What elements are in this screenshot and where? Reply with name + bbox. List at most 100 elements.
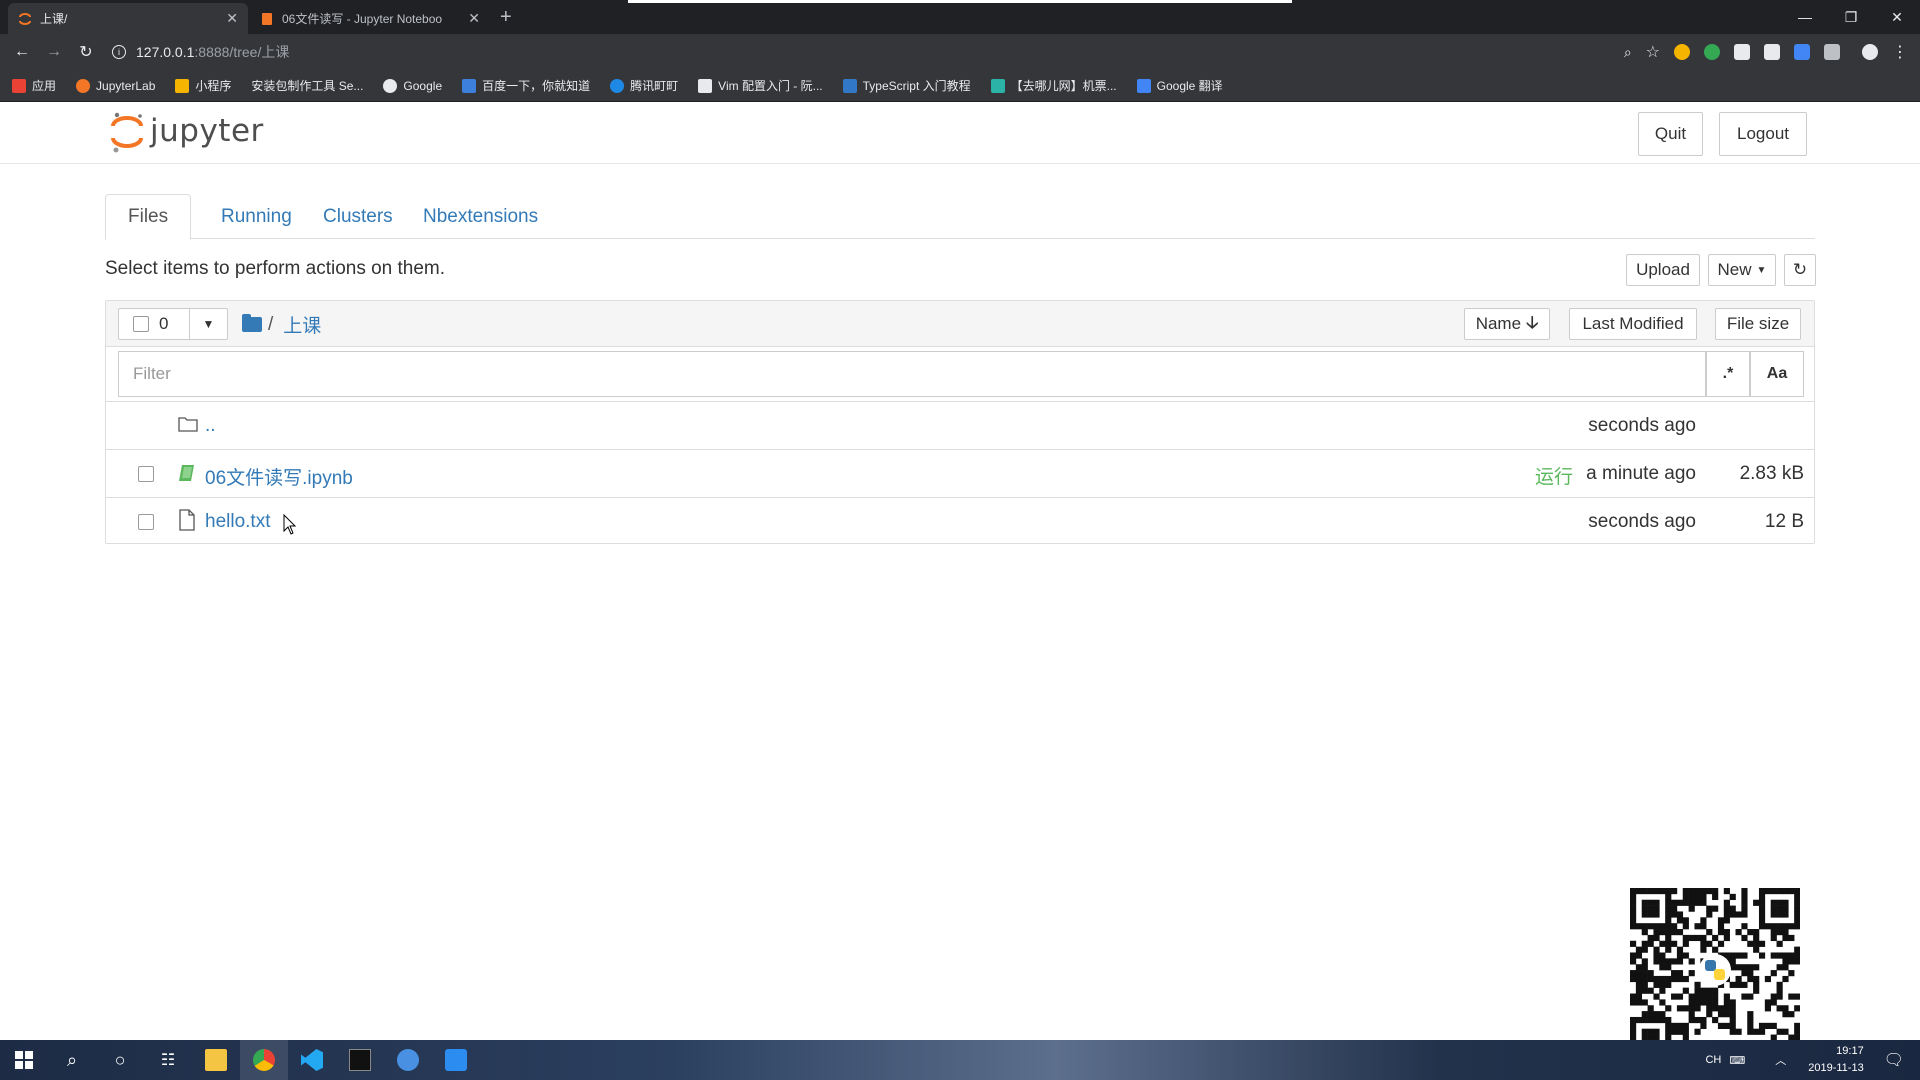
item-name[interactable]: 06文件读写.ipynb <box>205 463 353 490</box>
window-controls: — ❐ ✕ <box>1782 0 1920 34</box>
item-name[interactable]: .. <box>205 415 216 437</box>
windows-start-icon[interactable] <box>0 1040 48 1080</box>
star-icon[interactable]: ☆ <box>1646 42 1660 62</box>
case-sensitive-toggle-button[interactable]: Aa <box>1750 351 1804 397</box>
sort-by-size-button[interactable]: File size <box>1715 308 1801 340</box>
bookmark[interactable]: 小程序 <box>175 77 231 94</box>
tab-nbextensions[interactable]: Nbextensions <box>401 194 560 239</box>
regex-toggle-button[interactable]: .* <box>1706 351 1750 397</box>
bookmark[interactable]: 腾讯町町 <box>610 77 678 94</box>
bookmark[interactable]: 安装包制作工具 Se... <box>251 77 363 94</box>
extension-icon[interactable] <box>1794 44 1810 60</box>
vscode-icon[interactable] <box>288 1040 336 1080</box>
jupyter-logo[interactable]: jupyter <box>110 110 264 153</box>
bookmark[interactable]: 百度一下，你就知道 <box>462 77 590 94</box>
close-icon[interactable]: ✕ <box>226 10 238 27</box>
restore-icon[interactable]: ❐ <box>1828 0 1874 34</box>
breadcrumb-current-dir[interactable]: 上课 <box>283 311 321 338</box>
list-item-file[interactable]: hello.txt seconds ago 12 B <box>106 497 1814 545</box>
bookmark[interactable]: JupyterLab <box>76 78 155 93</box>
item-checkbox[interactable] <box>138 514 154 530</box>
bookmark[interactable]: Google 翻译 <box>1136 77 1223 94</box>
terminal-icon[interactable] <box>336 1040 384 1080</box>
item-modified: seconds ago <box>1588 511 1696 532</box>
keyboard-icon[interactable]: ⌨ <box>1729 1054 1745 1067</box>
extension-icon[interactable] <box>1734 44 1750 60</box>
jupyter-logo-icon <box>110 110 144 153</box>
selection-notice: Select items to perform actions on them. <box>105 258 446 279</box>
folder-icon[interactable] <box>242 314 262 332</box>
profile-icon[interactable] <box>1862 44 1878 60</box>
item-name[interactable]: hello.txt <box>205 511 270 533</box>
url-host: 127.0.0.1 <box>136 44 195 60</box>
feather-app-icon[interactable] <box>384 1040 432 1080</box>
extension-icon[interactable] <box>1764 44 1780 60</box>
bookmark[interactable]: TypeScript 入门教程 <box>842 77 971 94</box>
minimize-icon[interactable]: — <box>1782 0 1828 34</box>
reload-icon[interactable]: ↻ <box>70 42 102 62</box>
tab-title: 06文件读写 - Jupyter Noteboo <box>282 12 443 26</box>
ruanyf-icon <box>698 78 713 93</box>
select-all-group: 0 ▼ <box>118 308 228 340</box>
address-bar[interactable]: i 127.0.0.1:8888/tree/上课 <box>112 37 1612 67</box>
running-status: 运行 <box>1534 467 1573 488</box>
jupyter-favicon-icon <box>18 12 32 26</box>
close-icon[interactable]: ✕ <box>468 10 480 27</box>
close-window-icon[interactable]: ✕ <box>1874 0 1920 34</box>
app-icon[interactable] <box>432 1040 480 1080</box>
sort-by-name-button[interactable]: Name 🡣 <box>1464 308 1550 340</box>
tab-title: 上课/ <box>40 12 68 26</box>
bookmark[interactable]: 【去哪儿网】机票... <box>990 77 1117 94</box>
zoom-icon[interactable]: ⌕ <box>1624 44 1632 61</box>
search-icon[interactable]: ⌕ <box>48 1040 96 1080</box>
forward-icon[interactable]: → <box>38 43 70 61</box>
new-dropdown-button[interactable]: New ▼ <box>1708 254 1776 286</box>
refresh-button[interactable]: ↻ <box>1784 254 1816 286</box>
file-icon <box>178 509 196 536</box>
jupyterlab-icon <box>76 78 91 93</box>
quit-button[interactable]: Quit <box>1638 112 1703 156</box>
bookmark[interactable]: Google <box>383 78 442 93</box>
notification-icon[interactable]: 🗨 <box>1884 1050 1904 1070</box>
select-all-checkbox[interactable] <box>133 316 149 332</box>
clock-time: 19:17 <box>1836 1045 1864 1057</box>
sort-by-modified-button[interactable]: Last Modified <box>1569 308 1697 340</box>
logout-button[interactable]: Logout <box>1719 112 1807 156</box>
extension-icon[interactable] <box>1704 44 1720 60</box>
bookmark[interactable]: Vim 配置入门 - 阮... <box>698 77 823 94</box>
google-translate-icon <box>1136 78 1151 93</box>
filter-input[interactable] <box>118 351 1706 397</box>
dashboard-tabs: Files Running Clusters Nbextensions <box>105 194 1815 240</box>
upload-button[interactable]: Upload <box>1626 254 1700 286</box>
info-icon[interactable]: i <box>112 45 126 59</box>
qr-code-image <box>1630 888 1801 1059</box>
sort-name-label: Name <box>1475 314 1522 333</box>
extension-icon[interactable] <box>1674 44 1690 60</box>
system-clock[interactable]: 19:17 2019-11-13 <box>1808 1043 1863 1077</box>
back-icon[interactable]: ← <box>6 43 38 61</box>
tray-chevron-icon[interactable]: ︿ <box>1775 1052 1786 1068</box>
item-size: 2.83 kB <box>1739 463 1804 484</box>
list-item-parent-dir[interactable]: .. seconds ago <box>106 401 1814 449</box>
tab-files[interactable]: Files <box>105 194 192 240</box>
new-tab-icon[interactable]: + <box>500 6 512 29</box>
select-menu-caret-icon[interactable]: ▼ <box>189 309 227 339</box>
tab-running[interactable]: Running <box>199 194 314 239</box>
list-item-notebook[interactable]: 06文件读写.ipynb 运行 a minute ago 2.83 kB <box>106 449 1814 497</box>
breadcrumb-separator: / <box>268 313 274 335</box>
browser-tab-strip: 上课/ ✕ 06文件读写 - Jupyter Noteboo ✕ + — ❐ ✕ <box>0 0 1920 34</box>
browser-tab-inactive[interactable]: 06文件读写 - Jupyter Noteboo ✕ <box>250 3 490 34</box>
tab-clusters[interactable]: Clusters <box>301 194 415 239</box>
menu-icon[interactable]: ⋮ <box>1892 42 1908 62</box>
bookmark-apps[interactable]: 应用 <box>12 77 56 94</box>
cortana-icon[interactable]: ○ <box>96 1040 144 1080</box>
input-method-indicator[interactable]: CH <box>1705 1054 1721 1066</box>
extension-icon[interactable] <box>1824 44 1840 60</box>
file-explorer-icon[interactable] <box>192 1040 240 1080</box>
item-checkbox[interactable] <box>138 466 154 482</box>
jupyter-logo-text: jupyter <box>150 113 264 149</box>
title-highlight-strip <box>628 0 1292 3</box>
task-view-icon[interactable]: ☷ <box>144 1040 192 1080</box>
chrome-icon[interactable] <box>240 1040 288 1080</box>
browser-tab-active[interactable]: 上课/ ✕ <box>8 3 248 34</box>
